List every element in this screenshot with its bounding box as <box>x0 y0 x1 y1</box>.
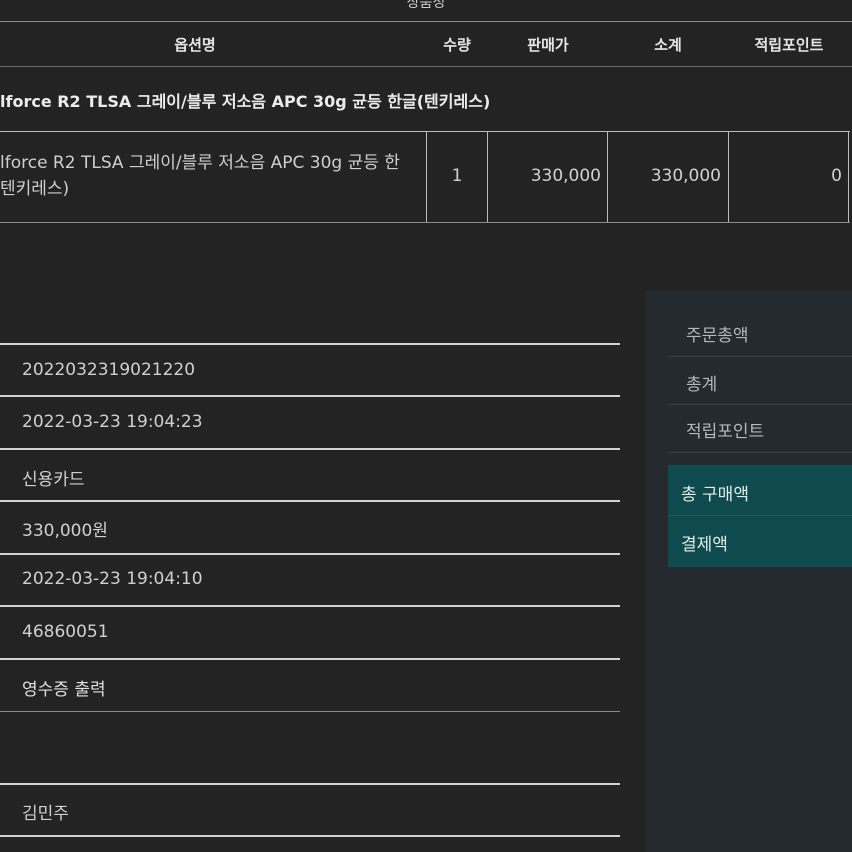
divider <box>0 711 620 712</box>
option-line-2: 텐키레스) <box>0 179 70 199</box>
divider <box>0 835 620 837</box>
table-cell-subtotal: 330,000 <box>650 166 721 186</box>
summary-payment-label: 결제액 <box>681 535 728 555</box>
summary-total-purchase-label: 총 구매액 <box>681 485 749 505</box>
divider <box>0 222 850 223</box>
order-date: 2022-03-23 19:04:23 <box>22 412 203 432</box>
approval-number: 46860051 <box>22 622 109 642</box>
print-receipt-link[interactable]: 영수증 출력 <box>22 675 106 700</box>
payment-method: 신용카드 <box>22 470 85 490</box>
divider <box>0 66 852 67</box>
divider <box>0 553 620 555</box>
option-line-1: lforce R2 TLSA 그레이/블루 저소음 APC 30g 균등 한 <box>0 153 400 173</box>
payment-date: 2022-03-23 19:04:10 <box>22 569 203 589</box>
table-cell-price: 330,000 <box>530 166 601 186</box>
header-subtotal: 소계 <box>654 36 682 54</box>
divider <box>0 658 620 660</box>
divider <box>0 500 620 502</box>
payment-amount: 330,000원 <box>22 521 108 541</box>
table-cell-qty: 1 <box>451 166 463 186</box>
section-title: 상품정 <box>406 0 446 11</box>
summary-panel <box>646 290 852 852</box>
divider <box>668 515 852 516</box>
header-price: 판매가 <box>527 36 569 54</box>
cell-divider <box>848 131 849 223</box>
divider <box>0 395 620 397</box>
header-points: 적립포인트 <box>754 36 824 54</box>
divider <box>0 21 852 22</box>
divider <box>668 452 852 453</box>
table-cell-points: 0 <box>831 166 842 186</box>
order-number: 2022032319021220 <box>22 360 196 380</box>
divider <box>0 343 620 345</box>
divider <box>668 404 852 405</box>
summary-total-label: 총계 <box>686 375 718 395</box>
header-qty: 수량 <box>443 36 471 54</box>
divider <box>0 448 620 450</box>
divider <box>0 605 620 607</box>
divider <box>0 131 850 132</box>
summary-order-total-label: 주문총액 <box>686 326 749 346</box>
buyer-name: 김민주 <box>22 804 69 824</box>
product-group-title: lforce R2 TLSA 그레이/블루 저소음 APC 30g 균등 한글(… <box>0 92 491 111</box>
divider <box>0 783 620 785</box>
divider <box>668 356 852 357</box>
table-row-option: lforce R2 TLSA 그레이/블루 저소음 APC 30g 균등 한 텐… <box>0 150 424 202</box>
header-option: 옵션명 <box>174 36 216 54</box>
summary-points-label: 적립포인트 <box>686 422 765 442</box>
